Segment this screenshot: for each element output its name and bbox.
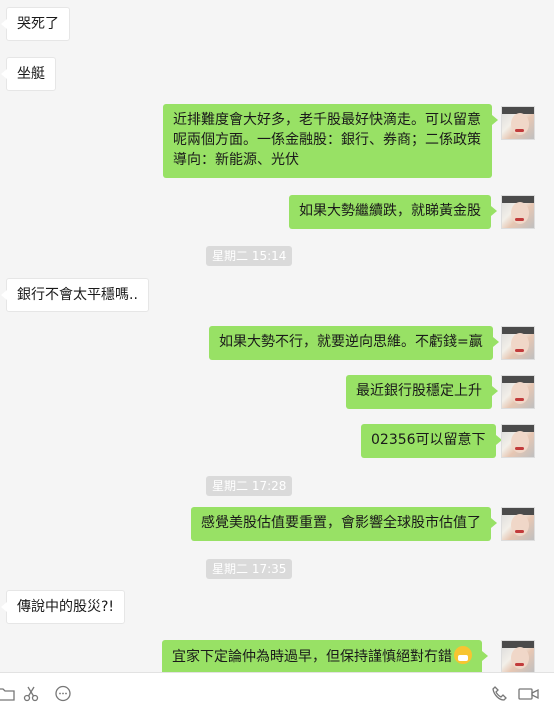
message-text: 宜家下定論仲為時過早，但保持謹慎絕對冇錯 <box>172 649 452 665</box>
timestamp: 星期二 17:28 <box>206 476 293 496</box>
folder-icon[interactable] <box>0 685 18 703</box>
avatar[interactable] <box>501 195 535 229</box>
message-bubble-sent[interactable]: 02356可以留意下 <box>361 424 502 458</box>
avatar[interactable] <box>501 375 535 409</box>
chat-history[interactable]: 哭死了 坐艇 近排難度會大好多，老千股最好快滴走。可以留意呢兩個方面。一係金融股… <box>0 0 554 672</box>
chat-bubble-icon[interactable] <box>54 685 72 703</box>
message-bubble-received[interactable]: 傳說中的股災?! <box>0 590 126 624</box>
message-bubble-sent[interactable]: 如果大勢繼續跌，就睇黃金股 <box>289 195 497 229</box>
timestamp: 星期二 15:14 <box>206 246 293 266</box>
message-bubble-received[interactable]: 坐艇 <box>1 57 56 91</box>
avatar[interactable] <box>501 640 535 672</box>
avatar[interactable] <box>501 106 535 140</box>
message-bubble-sent[interactable]: 近排難度會大好多，老千股最好快滴走。可以留意呢兩個方面。一係金融股：銀行、券商；… <box>163 104 498 178</box>
phone-icon[interactable] <box>491 685 509 703</box>
message-bubble-sent[interactable]: 感覺美股估值要重置，會影響全球股市估值了 <box>191 507 497 541</box>
video-icon[interactable] <box>518 685 540 703</box>
message-bubble-received[interactable]: 哭死了 <box>1 7 70 41</box>
message-bubble-sent[interactable]: 如果大勢不行，就要逆向思維。不虧錢=赢 <box>209 326 499 360</box>
message-bubble-sent[interactable]: 最近銀行股穩定上升 <box>346 375 498 409</box>
mask-face-emoji <box>454 646 472 664</box>
message-bubble-sent[interactable]: 宜家下定論仲為時過早，但保持謹慎絕對冇錯 <box>162 640 488 672</box>
timestamp: 星期二 17:35 <box>206 559 293 579</box>
scissors-icon[interactable] <box>22 685 40 703</box>
avatar[interactable] <box>501 507 535 541</box>
avatar[interactable] <box>501 326 535 360</box>
input-toolbar <box>0 672 554 712</box>
message-bubble-received[interactable]: 銀行不會太平穩嗎.. <box>1 278 149 312</box>
avatar[interactable] <box>501 424 535 458</box>
